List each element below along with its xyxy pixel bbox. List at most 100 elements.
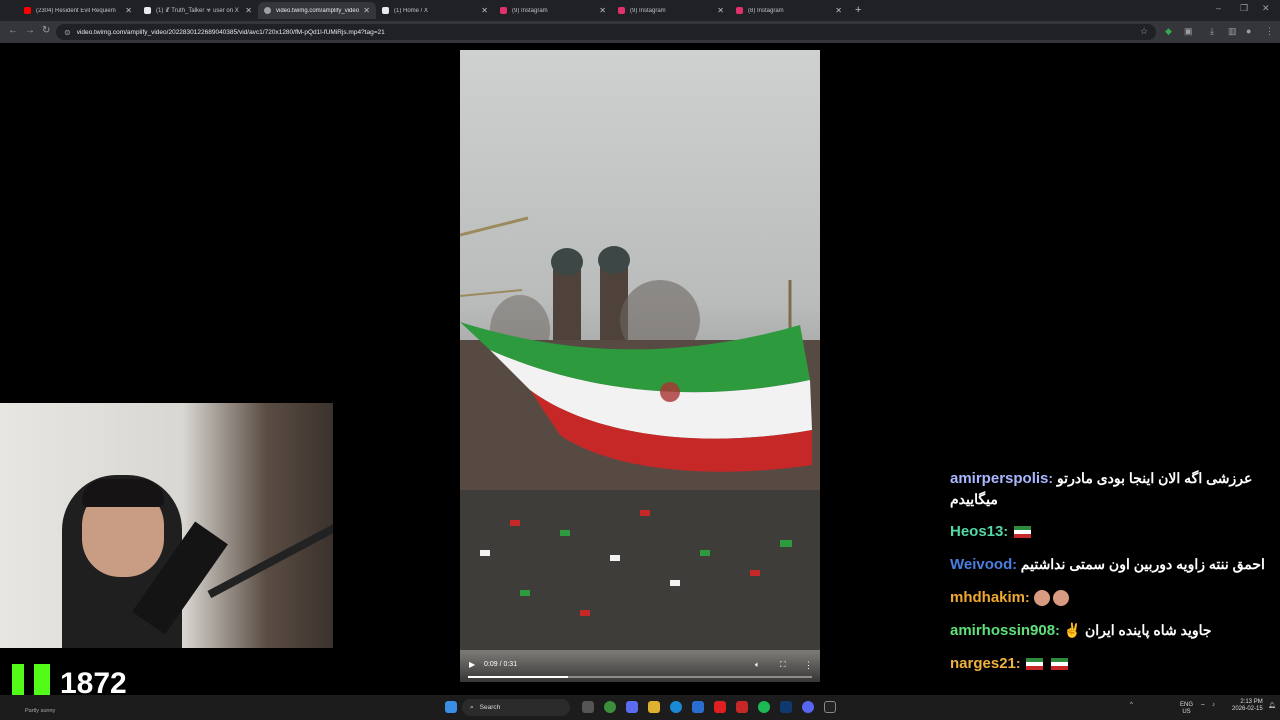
- bookmark-star-icon[interactable]: ☆: [1140, 26, 1148, 37]
- chat-overlay: amirperspolis: عرزشی اگه الان اینجا بودی…: [950, 468, 1275, 686]
- site-info-icon[interactable]: ⊜: [64, 28, 71, 37]
- instagram-icon: [500, 7, 507, 14]
- browser-tab-strip: (2304) Resident Evil Requiem ✕ (1) ☧ Tru…: [0, 0, 1280, 21]
- youtube-app-icon[interactable]: [714, 701, 726, 713]
- speaker-icon[interactable]: ♪: [1212, 702, 1215, 708]
- streamer-hair: [82, 479, 164, 507]
- face-emote-icon: [1033, 590, 1050, 607]
- edge-icon[interactable]: [670, 701, 682, 713]
- chat-message: amirhossin908: جاوید شاه پاینده ایران ✌: [950, 622, 1212, 639]
- chrome-icon[interactable]: [604, 701, 616, 713]
- language-indicator[interactable]: ENG US: [1180, 702, 1193, 716]
- more-options-icon[interactable]: ⋮: [804, 660, 813, 671]
- instagram-icon: [618, 7, 625, 14]
- video-scene: [460, 216, 820, 682]
- extensions-puzzle-icon[interactable]: ▣: [1184, 26, 1193, 37]
- tray-chevron-icon[interactable]: ^: [1130, 702, 1133, 708]
- close-tab-icon[interactable]: ✕: [125, 6, 132, 15]
- file-explorer-icon[interactable]: [648, 701, 660, 713]
- tab-title: (1) ☧ Truth_Talker ☣ user on X: [156, 8, 239, 14]
- iran-flag-emote-icon: [1026, 658, 1044, 671]
- video-controls: ▶ 0:09 / 0:31 🔈︎ ⛶ ⋮: [460, 652, 820, 682]
- weather-widget[interactable]: Partly sunny: [25, 708, 55, 714]
- close-tab-icon[interactable]: ✕: [245, 6, 252, 15]
- maximize-icon[interactable]: ❐: [1240, 3, 1248, 14]
- app-icon[interactable]: [626, 701, 638, 713]
- clock-date: 2026-02-15: [1232, 706, 1263, 712]
- app-icon[interactable]: [736, 701, 748, 713]
- sidebar-icon[interactable]: ▥: [1228, 26, 1237, 37]
- language-code: ENG: [1180, 702, 1194, 708]
- tab-title: (9) Instagram: [630, 7, 666, 14]
- forward-icon[interactable]: →: [25, 25, 35, 36]
- x-icon: [382, 7, 389, 14]
- new-tab-button[interactable]: +: [855, 4, 861, 16]
- iran-flag-emote-icon: [1013, 526, 1031, 539]
- chat-text: جاوید شاه پاینده ایران ✌: [1063, 622, 1212, 638]
- chat-text: احمق ننته زاویه دوربین اون سمتی نداشتیم: [1020, 556, 1265, 572]
- clock-time: 2:13 PM: [1240, 699, 1263, 705]
- discord-icon[interactable]: [802, 701, 814, 713]
- close-window-icon[interactable]: ✕: [1262, 3, 1270, 14]
- youtube-icon: [24, 7, 31, 14]
- tab-title: (9) Instagram: [512, 7, 548, 14]
- chat-username: Weivood: [950, 556, 1013, 573]
- close-tab-icon[interactable]: ✕: [363, 6, 370, 15]
- url-text: video.twimg.com/amplify_video/2022830122…: [76, 28, 385, 36]
- video-progress-fill: [468, 676, 568, 678]
- close-tab-icon[interactable]: ✕: [481, 6, 488, 15]
- browser-tab[interactable]: (9) Instagram ✕: [612, 2, 730, 19]
- minimize-icon[interactable]: –: [1216, 3, 1221, 13]
- reload-icon[interactable]: ↻: [42, 25, 50, 36]
- browser-tab[interactable]: (1) Home / X ✕: [376, 2, 494, 19]
- close-tab-icon[interactable]: ✕: [717, 6, 724, 15]
- back-icon[interactable]: ←: [8, 25, 18, 36]
- search-icon: ⌕: [470, 703, 474, 711]
- close-tab-icon[interactable]: ✕: [835, 6, 842, 15]
- download-icon[interactable]: ⤓: [1210, 26, 1214, 37]
- network-icon[interactable]: ⌔: [1200, 702, 1206, 710]
- task-view-icon[interactable]: [582, 701, 594, 713]
- browser-tab[interactable]: (9) Instagram ✕: [494, 2, 612, 19]
- taskbar-search[interactable]: ⌕ Search: [462, 699, 570, 716]
- webcam-overlay: [0, 403, 333, 648]
- fullscreen-icon[interactable]: ⛶: [780, 660, 786, 670]
- instagram-icon: [736, 7, 743, 14]
- video-progress-track[interactable]: [468, 676, 812, 678]
- browser-tab[interactable]: (2304) Resident Evil Requiem ✕: [18, 2, 138, 19]
- tab-title: (1) Home / X: [394, 7, 429, 14]
- notification-icon[interactable]: 🔔︎: [1268, 702, 1276, 709]
- clock[interactable]: 2:13 PM 2026-02-15: [1232, 699, 1263, 713]
- menu-icon[interactable]: ⋮: [1265, 26, 1274, 37]
- close-tab-icon[interactable]: ✕: [599, 6, 606, 15]
- photoshop-icon[interactable]: [780, 701, 792, 713]
- browser-tab-active[interactable]: video.twimg.com/amplify_video ✕: [258, 2, 376, 19]
- chat-username: mhdhakim: [950, 589, 1026, 606]
- x-icon: [144, 7, 151, 14]
- tab-title: video.twimg.com/amplify_video: [276, 7, 360, 14]
- extension-icon[interactable]: ◆: [1165, 26, 1172, 37]
- app-icon[interactable]: [824, 701, 836, 713]
- browser-toolbar: ← → ↻ ⊜ video.twimg.com/amplify_video/20…: [0, 21, 1280, 43]
- browser-tab[interactable]: (1) ☧ Truth_Talker ☣ user on X ✕: [138, 2, 258, 19]
- chat-username: narges21: [950, 655, 1016, 672]
- spotify-icon[interactable]: [758, 701, 770, 713]
- tab-title: (2304) Resident Evil Requiem: [36, 7, 116, 14]
- chat-username: amirhossin908: [950, 622, 1056, 639]
- chat-message: mhdhakim:: [950, 587, 1275, 608]
- video-player[interactable]: ▶ 0:09 / 0:31 🔈︎ ⛶ ⋮: [460, 50, 820, 682]
- address-bar[interactable]: ⊜ video.twimg.com/amplify_video/20228301…: [56, 24, 1156, 40]
- region-code: US: [1182, 709, 1191, 715]
- profile-avatar-icon[interactable]: ●: [1246, 26, 1251, 36]
- search-label: Search: [479, 704, 501, 711]
- browser-tab[interactable]: (8) Instagram ✕: [730, 2, 848, 19]
- start-icon[interactable]: [445, 701, 457, 713]
- volume-icon[interactable]: 🔈︎: [755, 660, 760, 670]
- play-icon[interactable]: ▶: [469, 660, 475, 669]
- globe-icon: [264, 7, 271, 14]
- chat-message: narges21:: [950, 653, 1275, 674]
- chat-message: Weivood: احمق ننته زاویه دوربین اون سمتی…: [950, 556, 1265, 573]
- video-time: 0:09 / 0:31: [484, 661, 518, 668]
- mail-icon[interactable]: [692, 701, 704, 713]
- windows-taskbar: Partly sunny ⌕ Search ^ ENG US ⌔ ♪ 2:13 …: [0, 695, 1280, 720]
